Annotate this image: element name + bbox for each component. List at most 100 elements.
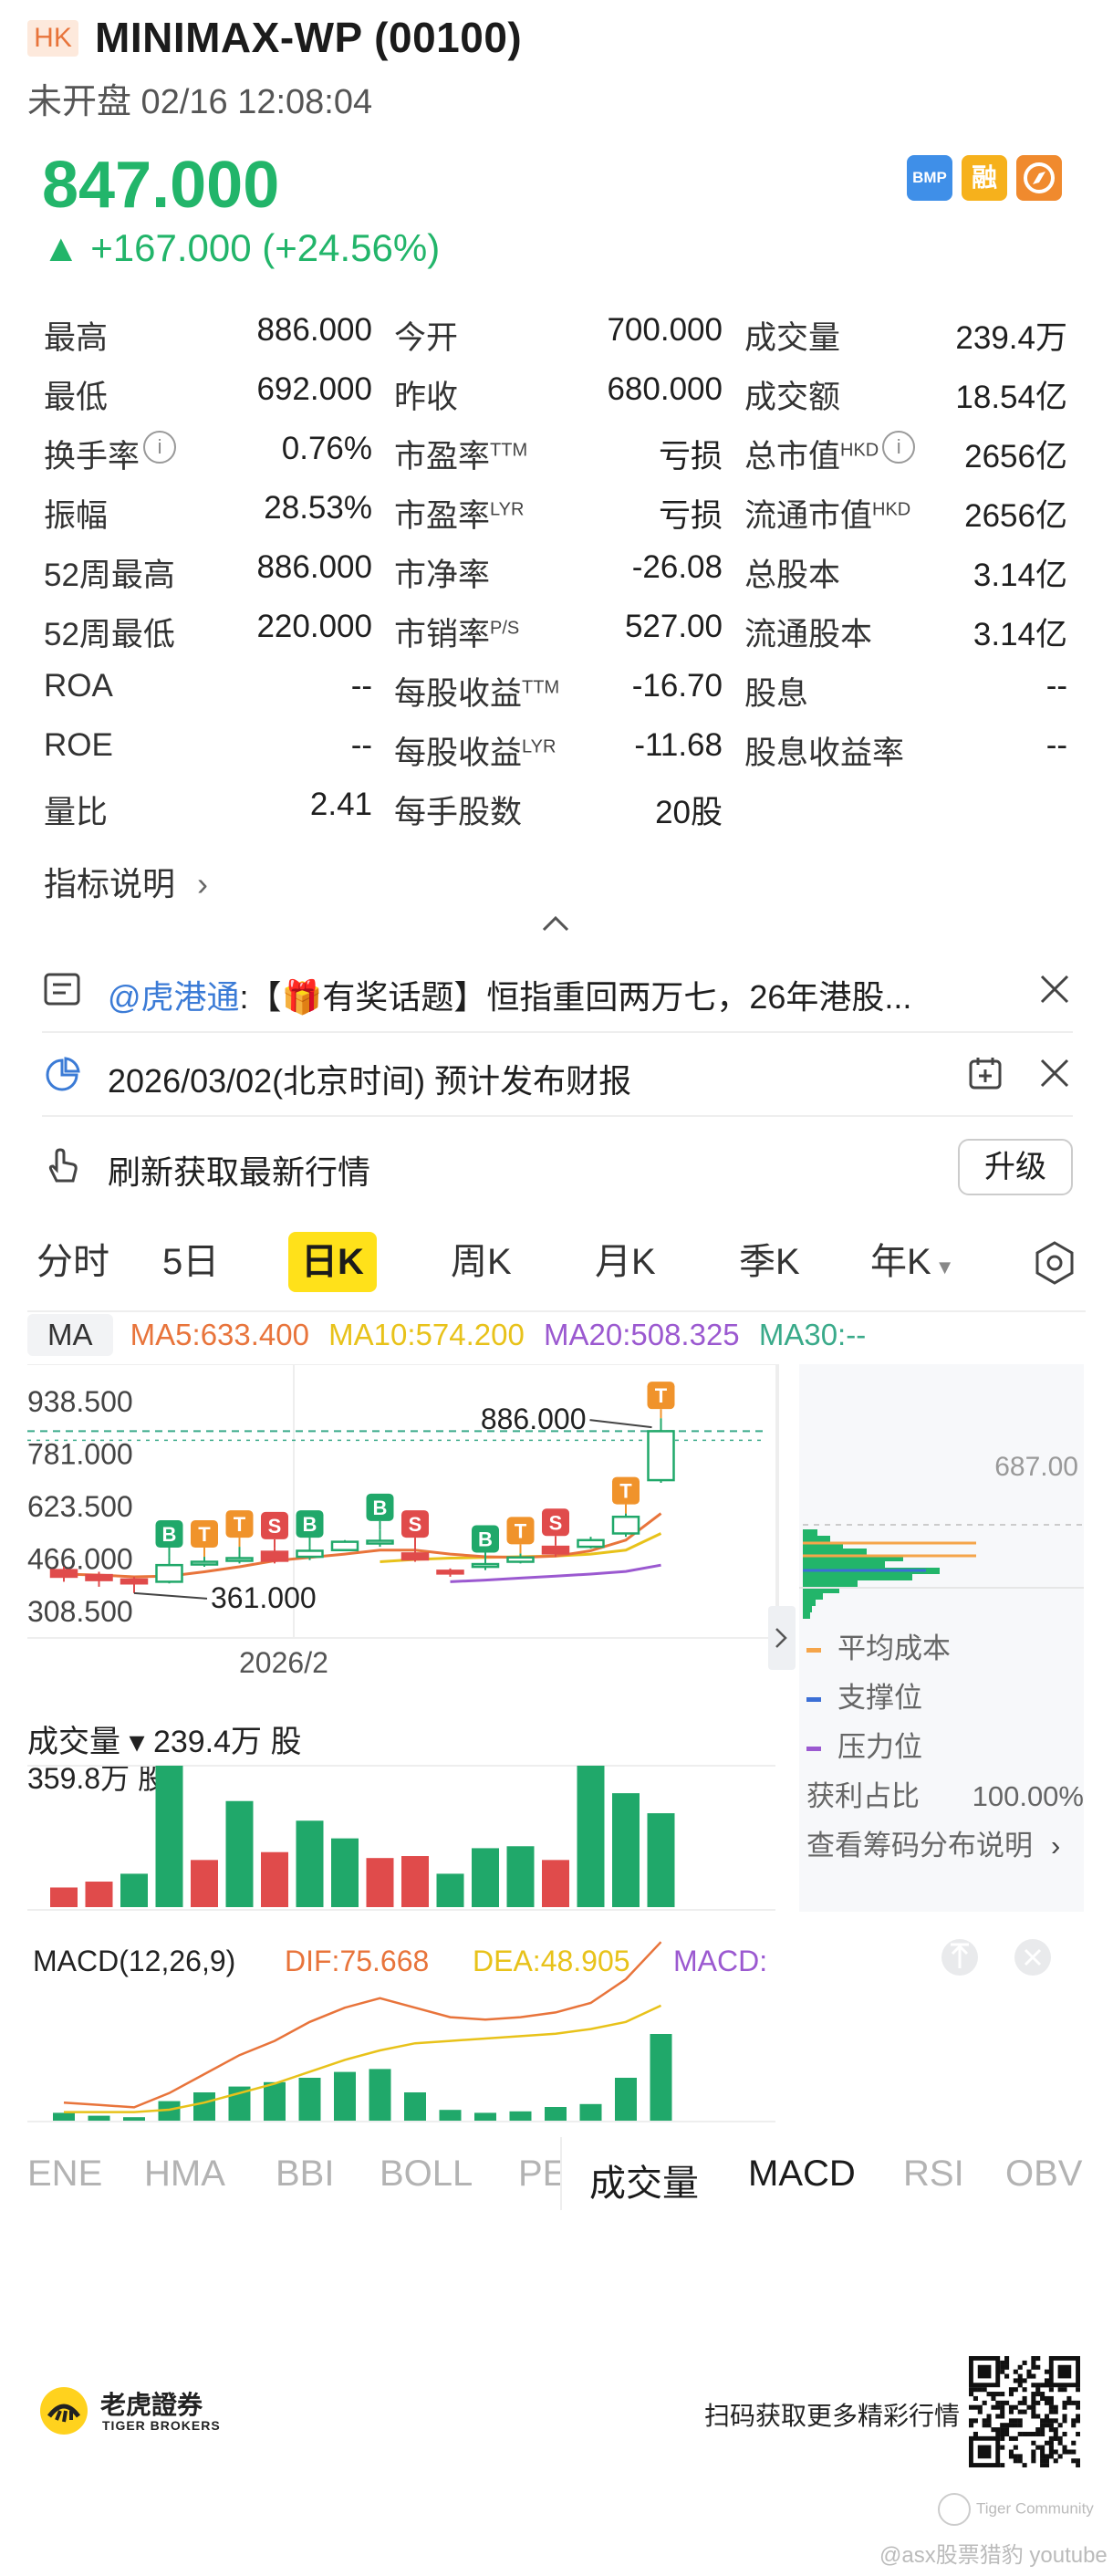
candle-body [471, 1562, 500, 1569]
qr-module [1022, 2395, 1027, 2401]
qr-module [1000, 2360, 1005, 2365]
qr-module [1044, 2383, 1050, 2388]
info-icon[interactable]: i [882, 431, 916, 464]
stat-row: 52周最高 886.000 市净率 -26.08 总股本 3.14亿 [0, 549, 1113, 608]
qr-module [1017, 2418, 1023, 2424]
market-badge: HK [27, 20, 78, 57]
qr-module [1031, 2409, 1036, 2414]
stat-value: 700.000 [607, 312, 723, 348]
indicator-tab-2[interactable]: BBI [276, 2154, 334, 2195]
volume-bar [401, 1856, 429, 1907]
bmp-badge[interactable]: BMP [907, 155, 952, 201]
candle-body [611, 1515, 640, 1535]
indicator-tab-8[interactable]: OBV [1005, 2154, 1082, 2195]
stat-label: 昨收 [394, 380, 459, 415]
qr-module [995, 2427, 1001, 2433]
qr-module [1048, 2404, 1054, 2410]
stat-value: -16.70 [631, 668, 723, 704]
ma-selector-button[interactable]: MA [27, 1314, 113, 1356]
tab-5day[interactable]: 5日 [162, 1232, 219, 1292]
volume-bar [85, 1882, 113, 1907]
tab-yearly-k[interactable]: 年K ▼ [870, 1232, 954, 1292]
trade-marker-label: T [234, 1513, 246, 1536]
upgrade-button[interactable]: 升级 [958, 1139, 1073, 1195]
chevron-up-icon[interactable] [540, 908, 571, 939]
qr-module [1057, 2454, 1063, 2459]
stat-superscript: LYR [490, 499, 525, 520]
volume-bar [577, 1766, 605, 1907]
stat-label: 振幅 [44, 498, 109, 534]
topic-notice[interactable]: @虎港通:【🎁有奖话题】恒指重回两万七，26年港股... [42, 949, 1073, 1033]
qr-module [1053, 2435, 1058, 2441]
volume-bar [120, 1873, 148, 1907]
qr-module [1076, 2418, 1080, 2424]
qr-module [986, 2414, 992, 2419]
stat-superscript: TTM [490, 440, 528, 461]
trade-marker-label: B [478, 1528, 493, 1551]
qr-module [1004, 2423, 1010, 2428]
candle-body [120, 1578, 149, 1585]
qr-module [1044, 2395, 1050, 2401]
qr-module [1022, 2378, 1027, 2383]
qr-module [977, 2409, 983, 2414]
ma5-line [63, 1512, 662, 1579]
indicator-tab-7[interactable]: RSI [903, 2154, 964, 2195]
stat-value: 527.00 [624, 609, 723, 644]
tab-daily-k[interactable]: 日K [288, 1232, 377, 1292]
stat-label: ROA [44, 668, 113, 704]
divider [27, 1310, 1086, 1312]
earnings-notice[interactable]: 2026/03/02(北京时间) 预计发布财报 [42, 1033, 1073, 1117]
qr-module [973, 2404, 978, 2410]
stat-value: 2.41 [309, 787, 372, 822]
stat-label: 股息 [744, 676, 809, 712]
calendar-add-icon[interactable] [967, 1055, 1004, 1091]
tiger-logo [36, 2383, 91, 2443]
qr-module [1062, 2387, 1067, 2393]
qr-module [1076, 2458, 1080, 2464]
qr-module [1004, 2360, 1010, 2365]
qr-module [1013, 2423, 1018, 2428]
margin-badge[interactable]: 融 [962, 155, 1007, 201]
stat-value: -- [1045, 727, 1067, 763]
qr-module [991, 2404, 996, 2410]
chip-bar [803, 1600, 816, 1606]
close-icon[interactable] [1036, 1055, 1073, 1091]
info-icon[interactable]: i [143, 431, 177, 464]
y-tick-label: 623.500 [27, 1490, 133, 1523]
tab-monthly-k[interactable]: 月K [595, 1232, 656, 1292]
chip-explain-link[interactable]: 查看筹码分布说明 › [806, 1821, 1080, 1871]
indicator-tab-5[interactable]: 成交量 [589, 2154, 699, 2206]
indicator-tab-3[interactable]: BOLL [380, 2154, 473, 2195]
tab-quarterly-k[interactable]: 季K [739, 1232, 800, 1292]
qr-module [1031, 2458, 1036, 2464]
stat-label: 总市值HKD i [744, 431, 916, 477]
macd-dea-label: DEA:48.905 [473, 1945, 630, 1977]
qr-module [995, 2414, 1001, 2419]
stat-value: 886.000 [256, 549, 372, 585]
high-annotation: 886.000 [481, 1403, 587, 1435]
candle-body [506, 1556, 535, 1563]
qr-module [1048, 2423, 1054, 2428]
indicator-tab-1[interactable]: HMA [144, 2154, 225, 2195]
indicator-tab-0[interactable]: ENE [27, 2154, 102, 2195]
compass-icon[interactable] [1016, 155, 1062, 201]
indicator-explain-link[interactable]: 指标说明 › [44, 858, 208, 905]
close-icon[interactable] [1036, 971, 1073, 1007]
indicator-explain-label: 指标说明 [44, 865, 176, 902]
indicator-tab-6[interactable]: MACD [748, 2154, 856, 2195]
topic-text[interactable]: @虎港通:【🎁有奖话题】恒指重回两万七，26年港股... [108, 971, 911, 1018]
topic-user[interactable]: @虎港通 [108, 978, 240, 1016]
qr-module [1040, 2449, 1045, 2455]
qr-module [973, 2418, 978, 2424]
qr-module [977, 2404, 983, 2410]
stat-value: 3.14亿 [973, 617, 1067, 652]
stat-value: 2656亿 [964, 498, 1067, 534]
settings-hexagon-icon[interactable] [1031, 1239, 1078, 1287]
qr-module [1066, 2400, 1072, 2405]
chip-bar [803, 1561, 885, 1568]
community-label: Tiger Community [976, 2499, 1094, 2518]
tab-weekly-k[interactable]: 周K [451, 1232, 512, 1292]
qr-module [1071, 2400, 1077, 2405]
candle-body [400, 1552, 430, 1561]
tab-intraday[interactable]: 分时 [36, 1232, 109, 1292]
